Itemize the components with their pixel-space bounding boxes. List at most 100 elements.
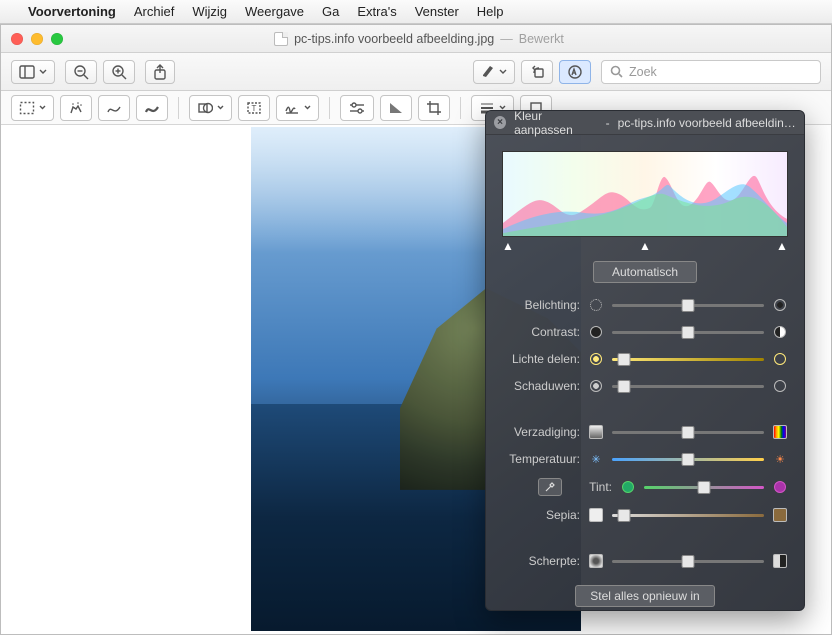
zoom-out-button[interactable] [65,60,97,84]
minimize-window-button[interactable] [31,33,43,45]
draw-tool[interactable] [136,95,168,121]
highlights-label: Lichte delen: [502,352,580,366]
menu-weergave[interactable]: Weergave [245,4,304,19]
traffic-lights [11,33,63,45]
instant-alpha-tool[interactable] [60,95,92,121]
tint-max-icon [772,479,788,495]
chevron-down-icon [39,69,47,75]
shadows-slider[interactable] [612,385,764,388]
panel-titlebar[interactable]: × Kleur aanpassen - pc-tips.info voorbee… [486,111,804,135]
chevron-down-icon [499,69,507,75]
menu-help[interactable]: Help [477,4,504,19]
contrast-min-icon [588,324,604,340]
shadows-thumb[interactable] [618,380,631,393]
shadows-min-icon [588,378,604,394]
sepia-thumb[interactable] [618,509,631,522]
temperature-slider[interactable] [612,458,764,461]
shapes-tool[interactable] [189,95,232,121]
document-status: Bewerkt [519,32,564,46]
tint-eyedropper-button[interactable] [538,478,562,496]
crop-tool[interactable] [418,95,450,121]
search-placeholder: Zoek [629,65,657,79]
contrast-max-icon [772,324,788,340]
shadows-label: Schaduwen: [502,379,580,393]
sharpness-thumb[interactable] [682,555,695,568]
histogram-white-handle[interactable]: ▲ [776,239,788,251]
menu-venster[interactable]: Venster [415,4,459,19]
auto-levels-button[interactable]: Automatisch [593,261,697,283]
search-field[interactable]: Zoek [601,60,821,84]
sepia-slider[interactable] [612,514,764,517]
highlights-min-icon [588,351,604,367]
panel-title-sep: - [606,116,610,130]
markup-toolbar-button[interactable] [559,60,591,84]
adjust-color-tool[interactable] [340,95,374,121]
sepia-max-icon [772,507,788,523]
contrast-thumb[interactable] [682,326,695,339]
highlight-button[interactable] [473,60,515,84]
sidebar-view-button[interactable] [11,60,55,84]
contrast-label: Contrast: [502,325,580,339]
saturation-slider[interactable] [612,431,764,434]
temperature-min-icon: ✳ [588,451,604,467]
chevron-down-icon [304,105,311,110]
reset-all-button[interactable]: Stel alles opnieuw in [575,585,714,607]
rotate-button[interactable] [521,60,553,84]
sharpness-label: Scherpte: [502,554,580,568]
contrast-slider[interactable] [612,331,764,334]
saturation-thumb[interactable] [682,426,695,439]
shadows-max-icon [772,378,788,394]
menu-ga[interactable]: Ga [322,4,339,19]
zoom-window-button[interactable] [51,33,63,45]
sharpness-slider[interactable] [612,560,764,563]
highlights-slider[interactable] [612,358,764,361]
window-titlebar: pc-tips.info voorbeeld afbeelding.jpg — … [1,25,831,53]
highlights-slider-row: Lichte delen: [502,351,788,367]
histogram-mid-handle[interactable]: ▲ [639,239,651,251]
menu-archief[interactable]: Archief [134,4,174,19]
temperature-slider-row: Temperatuur: ✳ ☀ [502,451,788,467]
exposure-thumb[interactable] [682,299,695,312]
exposure-slider[interactable] [612,304,764,307]
exposure-label: Belichting: [502,298,580,312]
close-window-button[interactable] [11,33,23,45]
menu-wijzig[interactable]: Wijzig [192,4,227,19]
adjust-size-tool[interactable] [380,95,412,121]
histogram[interactable] [502,151,788,237]
contrast-slider-row: Contrast: [502,324,788,340]
exposure-min-icon [588,297,604,313]
tint-slider-row: Tint: [502,478,788,496]
sharpness-max-icon [772,553,788,569]
sepia-min-icon [588,507,604,523]
exposure-max-icon [772,297,788,313]
sliders-group: Belichting: Contrast: Lichte delen: [486,297,804,569]
sepia-label: Sepia: [502,508,580,522]
sharpness-min-icon [588,553,604,569]
text-tool[interactable]: T [238,95,270,121]
tint-thumb[interactable] [698,481,711,494]
app-menu[interactable]: Voorvertoning [28,4,116,19]
tint-slider[interactable] [644,486,764,489]
zoom-in-button[interactable] [103,60,135,84]
histogram-black-handle[interactable]: ▲ [502,239,514,251]
panel-title-doc: pc-tips.info voorbeeld afbeelding.jpg [618,116,796,130]
sepia-slider-row: Sepia: [502,507,788,523]
adjust-color-panel[interactable]: × Kleur aanpassen - pc-tips.info voorbee… [485,110,805,611]
document-proxy-icon[interactable] [274,32,288,46]
title-separator: — [500,32,513,46]
chevron-down-icon [39,105,46,110]
exposure-slider-row: Belichting: [502,297,788,313]
macos-menubar: Voorvertoning Archief Wijzig Weergave Ga… [0,0,832,24]
svg-text:T: T [252,104,257,113]
close-panel-button[interactable]: × [494,116,506,129]
menu-extras[interactable]: Extra's [357,4,396,19]
saturation-slider-row: Verzadiging: [502,424,788,440]
sketch-tool[interactable] [98,95,130,121]
sign-tool[interactable] [276,95,319,121]
highlights-thumb[interactable] [618,353,631,366]
temperature-thumb[interactable] [682,453,695,466]
share-button[interactable] [145,60,175,84]
temperature-label: Temperatuur: [502,452,580,466]
selection-tool[interactable] [11,95,54,121]
shadows-slider-row: Schaduwen: [502,378,788,394]
